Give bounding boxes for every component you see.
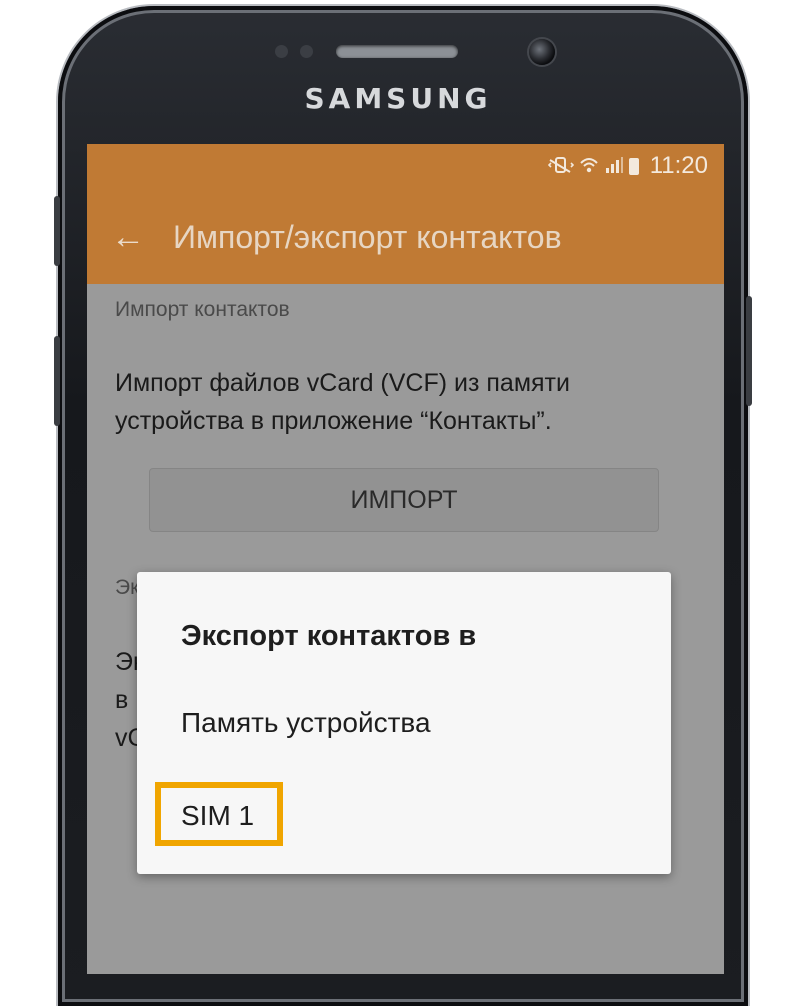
wifi-icon <box>579 156 599 177</box>
dialog-title: Экспорт контактов в <box>181 620 477 652</box>
option-sim-1[interactable]: SIM 1 <box>181 800 254 832</box>
front-camera <box>529 39 555 65</box>
page-title: Импорт/экспорт контактов <box>173 219 562 255</box>
phone-screen: 11:20 ← Импорт/экспорт контактов Импорт … <box>87 144 724 974</box>
status-time: 11:20 <box>649 152 708 179</box>
export-description-line-2: в <box>115 686 129 714</box>
app-bar: 11:20 ← Импорт/экспорт контактов <box>87 144 724 284</box>
battery-icon <box>628 157 639 175</box>
volume-up-key <box>54 196 60 266</box>
import-description-line-1: Импорт файлов vCard (VCF) из памяти <box>115 369 570 397</box>
signal-icon <box>604 156 624 177</box>
export-section-header: Эк <box>115 576 140 599</box>
export-dialog: Экспорт контактов в Память устройства SI… <box>137 572 671 874</box>
back-arrow-icon[interactable]: ← <box>111 218 145 257</box>
import-section-header: Импорт контактов <box>115 298 290 321</box>
import-description-line-2: устройства в приложение “Контакты”. <box>115 407 552 435</box>
power-key <box>746 296 752 406</box>
status-bar: 11:20 <box>547 151 708 181</box>
proximity-sensor <box>275 45 288 58</box>
earpiece-speaker <box>336 45 458 58</box>
mute-vibrate-icon <box>547 156 574 177</box>
light-sensor <box>300 45 313 58</box>
import-button[interactable]: ИМПОРТ <box>149 468 659 532</box>
option-device-memory[interactable]: Память устройства <box>181 707 431 739</box>
volume-down-key <box>54 336 60 426</box>
brand-logo: SAMSUNG <box>304 82 492 115</box>
